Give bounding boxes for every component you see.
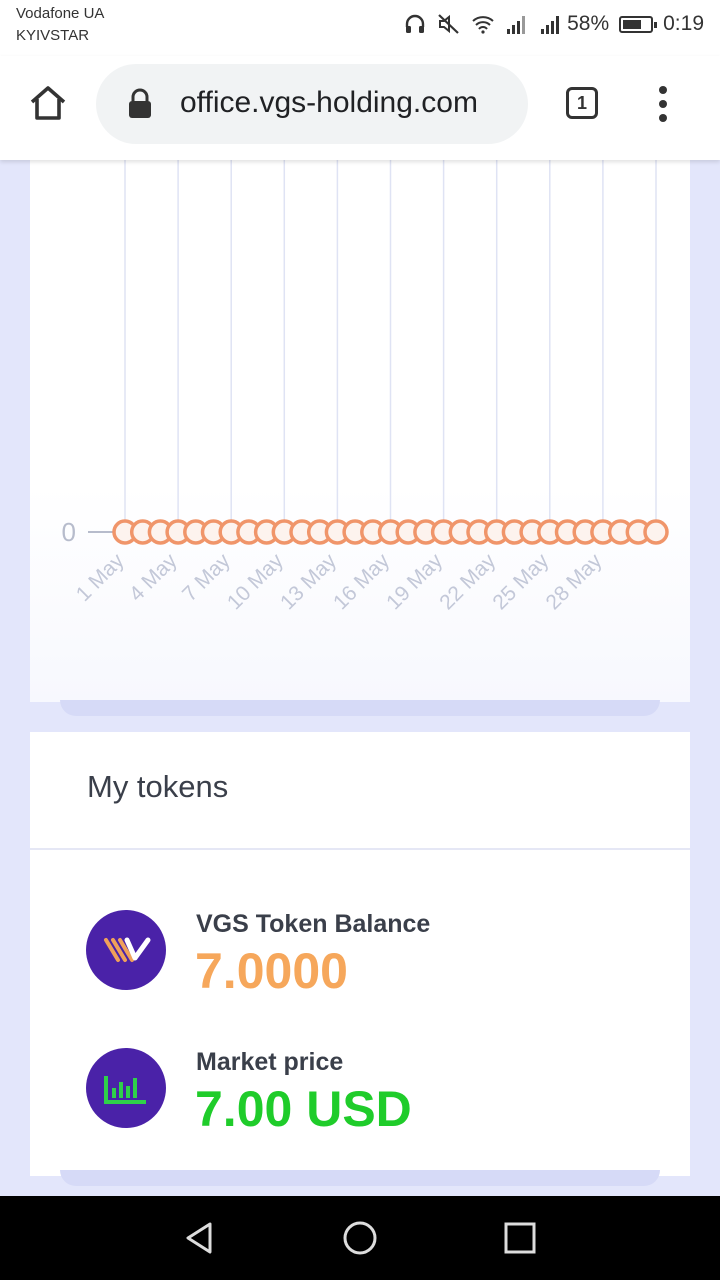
lock-icon <box>129 88 151 118</box>
url-text[interactable]: office.vgs-holding.com <box>180 86 478 120</box>
balance-label: VGS Token Balance <box>196 910 431 938</box>
vgs-logo-icon <box>86 910 166 990</box>
x-tick-label: 4 May <box>125 549 182 606</box>
browser-toolbar: office.vgs-holding.com 1 <box>0 56 720 160</box>
signal-icon <box>507 16 526 34</box>
card-header: My tokens <box>30 732 690 850</box>
wifi-icon <box>472 16 494 34</box>
battery-percent: 58% <box>567 12 610 35</box>
price-value: 7.00 USD <box>195 1081 412 1137</box>
clock: 0:19 <box>663 12 704 35</box>
x-tick-label: 28 May <box>541 549 606 614</box>
mute-icon <box>438 14 459 34</box>
home-button-icon[interactable] <box>340 1218 380 1258</box>
carrier-secondary: KYIVSTAR <box>16 27 90 44</box>
price-label: Market price <box>196 1048 344 1076</box>
headphones-icon <box>405 14 425 33</box>
carrier-primary: Vodafone UA <box>16 5 105 22</box>
card-title: My tokens <box>87 769 229 804</box>
system-navigation-bar <box>0 1196 720 1280</box>
x-tick-label: 22 May <box>435 549 500 614</box>
card-shadow <box>60 1170 660 1186</box>
chart-card: 01 May 4 May 7 May 10 May 13 May 16 May 19 May… <box>30 160 690 702</box>
recents-icon[interactable] <box>500 1218 540 1258</box>
x-tick-label: 13 May <box>276 549 341 614</box>
data-point[interactable] <box>643 519 669 545</box>
y-tick-label: 0 <box>62 517 76 547</box>
x-tick-label: 16 May <box>329 549 394 614</box>
x-tick-label: 19 May <box>382 549 447 614</box>
line-chart: 01 May4 May7 May10 May13 May16 May19 May… <box>62 160 669 614</box>
x-tick-label: 1 May <box>72 549 129 606</box>
address-bar[interactable]: office.vgs-holding.com <box>96 64 528 144</box>
chart-icon <box>86 1048 166 1128</box>
balance-value: 7.0000 <box>195 943 348 999</box>
x-tick-label: 10 May <box>223 549 288 614</box>
more-options-icon[interactable] <box>653 86 673 124</box>
status-bar: Vodafone UA KYIVSTAR 58% 0:19 <box>0 0 720 56</box>
signal-icon <box>541 16 560 34</box>
home-icon[interactable] <box>28 83 68 123</box>
card-shadow <box>60 700 660 716</box>
market-price-row: Market price 7.00 USD <box>86 1048 646 1138</box>
status-icons: 58% 0:19 <box>403 10 704 38</box>
token-balance-row: VGS Token Balance 7.0000 <box>86 910 646 1000</box>
my-tokens-card: My tokens VGS Token Balance 7.0000 Marke… <box>30 732 690 1176</box>
battery-icon <box>619 15 658 33</box>
back-icon[interactable] <box>180 1218 220 1258</box>
x-tick-label: 25 May <box>488 549 553 614</box>
tab-switcher-button[interactable]: 1 <box>566 87 598 119</box>
